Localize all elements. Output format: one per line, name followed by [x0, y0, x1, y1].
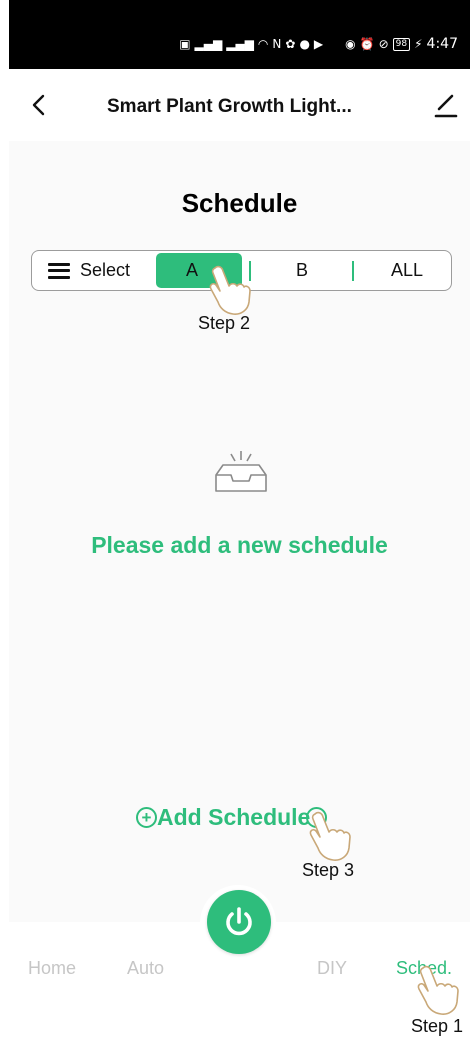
select-button[interactable]: Select: [48, 251, 130, 290]
chevron-left-icon: [32, 94, 45, 116]
empty-inbox-icon: [215, 451, 267, 492]
paw-icon: ✿: [285, 37, 296, 51]
media-icon: ▶: [313, 37, 324, 51]
eye-icon: ◉: [345, 37, 356, 51]
step-1-label: Step 1: [411, 1016, 464, 1036]
status-bar: ▣ ▂▄▆ ▂▄▆ ◠ N ✿ ● ▶ ◉ ⏰ ⊘ 98 ⚡ 4:47: [9, 0, 470, 69]
segment-divider: [352, 261, 354, 281]
power-icon: [226, 907, 252, 936]
wechat-icon: ●: [299, 37, 310, 51]
tab-home[interactable]: Home: [28, 958, 76, 979]
select-label: Select: [80, 260, 131, 280]
segment-option-b[interactable]: B: [272, 251, 332, 290]
mute-icon: ⊘: [378, 37, 389, 51]
signal-4g-icon: ▂▄▆: [226, 37, 254, 51]
phone-screen: ▣ ▂▄▆ ▂▄▆ ◠ N ✿ ● ▶ ◉ ⏰ ⊘ 98 ⚡ 4:47 Smar…: [9, 0, 470, 1037]
wifi-icon: ◠: [257, 37, 269, 51]
back-button[interactable]: [25, 91, 53, 119]
pointing-hand-icon: [209, 265, 251, 315]
empty-state-message: Please add a new schedule: [91, 532, 388, 558]
edit-button[interactable]: [432, 91, 460, 119]
power-button[interactable]: [207, 890, 271, 954]
pointing-hand-icon: [417, 965, 459, 1015]
step-2-label: Step 2: [198, 313, 251, 333]
status-icons: ▣ ▂▄▆ ▂▄▆ ◠ N ✿ ● ▶ ◉ ⏰ ⊘ 98 ⚡ 4:47: [179, 36, 458, 52]
tab-diy[interactable]: DIY: [317, 958, 347, 979]
pointing-hand-icon: [309, 811, 351, 861]
tab-auto[interactable]: Auto: [127, 958, 164, 979]
hd-icon: ▣: [179, 37, 191, 51]
battery-level: 98: [392, 37, 411, 51]
signal-5g-icon: ▂▄▆: [194, 37, 223, 51]
status-time: 4:47: [426, 36, 458, 52]
add-schedule-button[interactable]: + Add Schedule -: [136, 802, 328, 832]
app-title: Smart Plant Growth Light...: [107, 96, 352, 117]
edit-icon: [434, 94, 458, 118]
nfc-icon: N: [272, 37, 282, 51]
step-3-label: Step 3: [302, 860, 355, 880]
add-schedule-label: Add Schedule: [157, 803, 311, 830]
plus-circle-icon: +: [136, 806, 157, 828]
alarm-icon: ⏰: [359, 37, 375, 51]
menu-icon: [48, 262, 70, 279]
page-title: Schedule: [181, 188, 298, 218]
segment-option-all[interactable]: ALL: [377, 251, 437, 290]
charging-icon: ⚡: [414, 37, 423, 51]
app-bar: Smart Plant Growth Light...: [9, 69, 470, 141]
